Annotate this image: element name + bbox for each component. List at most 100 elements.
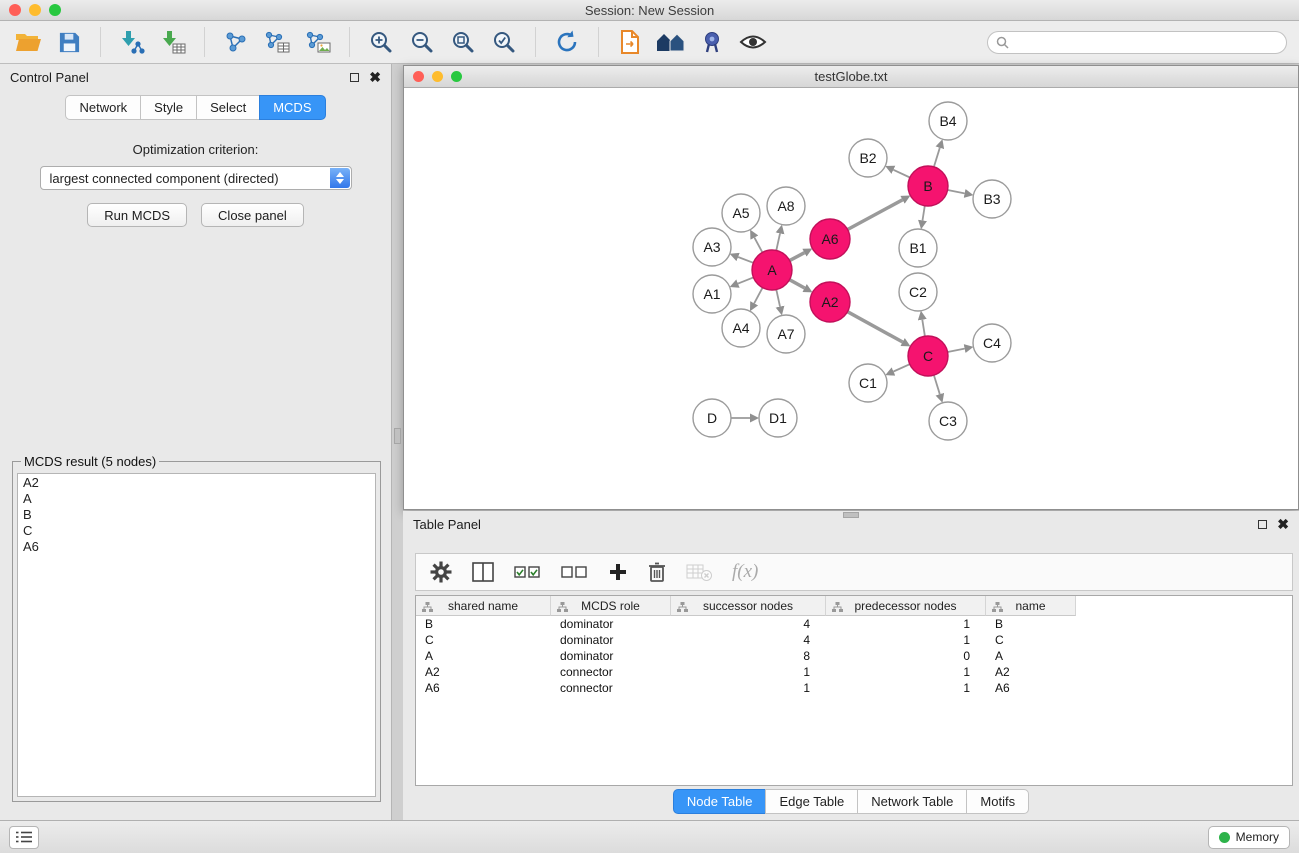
graph-node-D1[interactable]: D1 <box>759 399 797 437</box>
eye-icon[interactable] <box>737 26 769 58</box>
graph-node-A3[interactable]: A3 <box>693 228 731 266</box>
column-header-shared-name[interactable]: shared name <box>416 596 551 616</box>
horizontal-splitter-handle[interactable] <box>843 512 859 518</box>
graph-edge-A-A8[interactable] <box>776 233 780 250</box>
graph-node-D[interactable]: D <box>693 399 731 437</box>
select-all-icon[interactable] <box>514 564 541 580</box>
graph-edge-A-A4[interactable] <box>754 288 762 304</box>
close-panel-button[interactable]: Close panel <box>201 203 304 227</box>
table-cell[interactable]: connector <box>551 664 671 680</box>
table-cell[interactable]: B <box>416 616 551 632</box>
mcds-result-item[interactable]: A <box>23 491 370 507</box>
network-minimize-button[interactable] <box>432 71 443 82</box>
mcds-result-item[interactable]: B <box>23 507 370 523</box>
mcds-result-item[interactable]: C <box>23 523 370 539</box>
table-cell[interactable]: A <box>416 648 551 664</box>
delete-column-icon[interactable] <box>648 561 666 583</box>
memory-button[interactable]: Memory <box>1208 826 1290 849</box>
graph-node-B1[interactable]: B1 <box>899 229 937 267</box>
mcds-result-item[interactable]: A6 <box>23 539 370 555</box>
graph-edge-C-C3[interactable] <box>934 375 940 394</box>
network-maximize-button[interactable] <box>451 71 462 82</box>
zoom-out-icon[interactable] <box>406 26 438 58</box>
show-columns-icon[interactable] <box>472 562 494 582</box>
graph-node-B3[interactable]: B3 <box>973 180 1011 218</box>
graph-node-A4[interactable]: A4 <box>722 309 760 347</box>
graph-edge-B-B2[interactable] <box>893 170 910 178</box>
graph-node-A8[interactable]: A8 <box>767 187 805 225</box>
close-panel-icon[interactable]: ✖ <box>369 73 381 82</box>
table-row[interactable]: A6connector11A6 <box>416 680 1292 696</box>
control-tab-select[interactable]: Select <box>196 95 259 120</box>
table-cell[interactable]: A2 <box>986 664 1076 680</box>
table-tab-motifs[interactable]: Motifs <box>966 789 1029 814</box>
graph-node-C2[interactable]: C2 <box>899 273 937 311</box>
table-cell[interactable]: 1 <box>671 664 826 680</box>
mcds-result-list[interactable]: A2ABCA6 <box>17 473 376 797</box>
graph-node-A5[interactable]: A5 <box>722 194 760 232</box>
close-table-panel-icon[interactable]: ✖ <box>1277 520 1289 529</box>
network-from-table-icon[interactable] <box>261 26 293 58</box>
table-cell[interactable]: A6 <box>986 680 1076 696</box>
table-settings-gear-icon[interactable] <box>430 561 452 583</box>
graph-edge-C-C4[interactable] <box>948 349 965 352</box>
column-header-successor-nodes[interactable]: successor nodes <box>671 596 826 616</box>
save-session-icon[interactable] <box>53 26 85 58</box>
table-cell[interactable]: 1 <box>826 616 986 632</box>
table-tab-node-table[interactable]: Node Table <box>673 789 766 814</box>
graph-node-A6[interactable]: A6 <box>810 219 850 259</box>
control-tab-network[interactable]: Network <box>65 95 140 120</box>
float-panel-icon[interactable] <box>350 73 359 82</box>
style-icon[interactable] <box>696 26 728 58</box>
zoom-in-icon[interactable] <box>365 26 397 58</box>
graph-node-C4[interactable]: C4 <box>973 324 1011 362</box>
graph-node-B4[interactable]: B4 <box>929 102 967 140</box>
graph-node-A1[interactable]: A1 <box>693 275 731 313</box>
table-row[interactable]: Cdominator41C <box>416 632 1292 648</box>
graph-edge-A-A1[interactable] <box>738 277 753 283</box>
table-cell[interactable]: 1 <box>826 680 986 696</box>
graph-node-A[interactable]: A <box>752 250 792 290</box>
graph-edge-C-C2[interactable] <box>922 320 925 337</box>
table-cell[interactable]: dominator <box>551 632 671 648</box>
table-row[interactable]: A2connector11A2 <box>416 664 1292 680</box>
criterion-dropdown[interactable]: largest connected component (directed) <box>40 166 352 190</box>
graph-edge-A6-B[interactable] <box>848 200 903 230</box>
table-cell[interactable]: A2 <box>416 664 551 680</box>
table-cell[interactable]: connector <box>551 680 671 696</box>
network-graph[interactable]: B4B2BB3A8A5A6A3B1AC2A1A2A4A7C4CC1C3DD1 <box>404 88 1298 509</box>
column-header-predecessor-nodes[interactable]: predecessor nodes <box>826 596 986 616</box>
deselect-all-icon[interactable] <box>561 564 588 580</box>
table-cell[interactable]: A6 <box>416 680 551 696</box>
run-mcds-button[interactable]: Run MCDS <box>87 203 187 227</box>
table-cell[interactable]: 4 <box>671 616 826 632</box>
minimize-window-button[interactable] <box>29 4 41 16</box>
table-tab-network-table[interactable]: Network Table <box>857 789 966 814</box>
add-column-icon[interactable] <box>608 562 628 582</box>
import-network-icon[interactable] <box>116 26 148 58</box>
zoom-selected-icon[interactable] <box>488 26 520 58</box>
table-cell[interactable]: C <box>986 632 1076 648</box>
zoom-fit-icon[interactable] <box>447 26 479 58</box>
graph-edge-B-B4[interactable] <box>934 148 940 167</box>
refresh-icon[interactable] <box>551 26 583 58</box>
network-canvas[interactable]: B4B2BB3A8A5A6A3B1AC2A1A2A4A7C4CC1C3DD1 <box>404 88 1298 509</box>
table-cell[interactable]: B <box>986 616 1076 632</box>
search-input[interactable] <box>1014 35 1278 49</box>
graph-node-C1[interactable]: C1 <box>849 364 887 402</box>
mcds-result-item[interactable]: A2 <box>23 475 370 491</box>
graph-node-B2[interactable]: B2 <box>849 139 887 177</box>
vertical-splitter-handle[interactable] <box>394 428 401 444</box>
graph-node-B[interactable]: B <box>908 166 948 206</box>
table-cell[interactable]: 4 <box>671 632 826 648</box>
graph-edge-C-C1[interactable] <box>894 364 910 371</box>
table-cell[interactable]: A <box>986 648 1076 664</box>
graph-node-A2[interactable]: A2 <box>810 282 850 322</box>
graph-edge-A-A2[interactable] <box>790 280 805 288</box>
graph-edge-A-A5[interactable] <box>754 238 762 253</box>
graph-edge-A-A7[interactable] <box>776 290 780 307</box>
graph-node-C3[interactable]: C3 <box>929 402 967 440</box>
table-cell[interactable]: 0 <box>826 648 986 664</box>
open-session-icon[interactable] <box>12 26 44 58</box>
table-cell[interactable]: 8 <box>671 648 826 664</box>
